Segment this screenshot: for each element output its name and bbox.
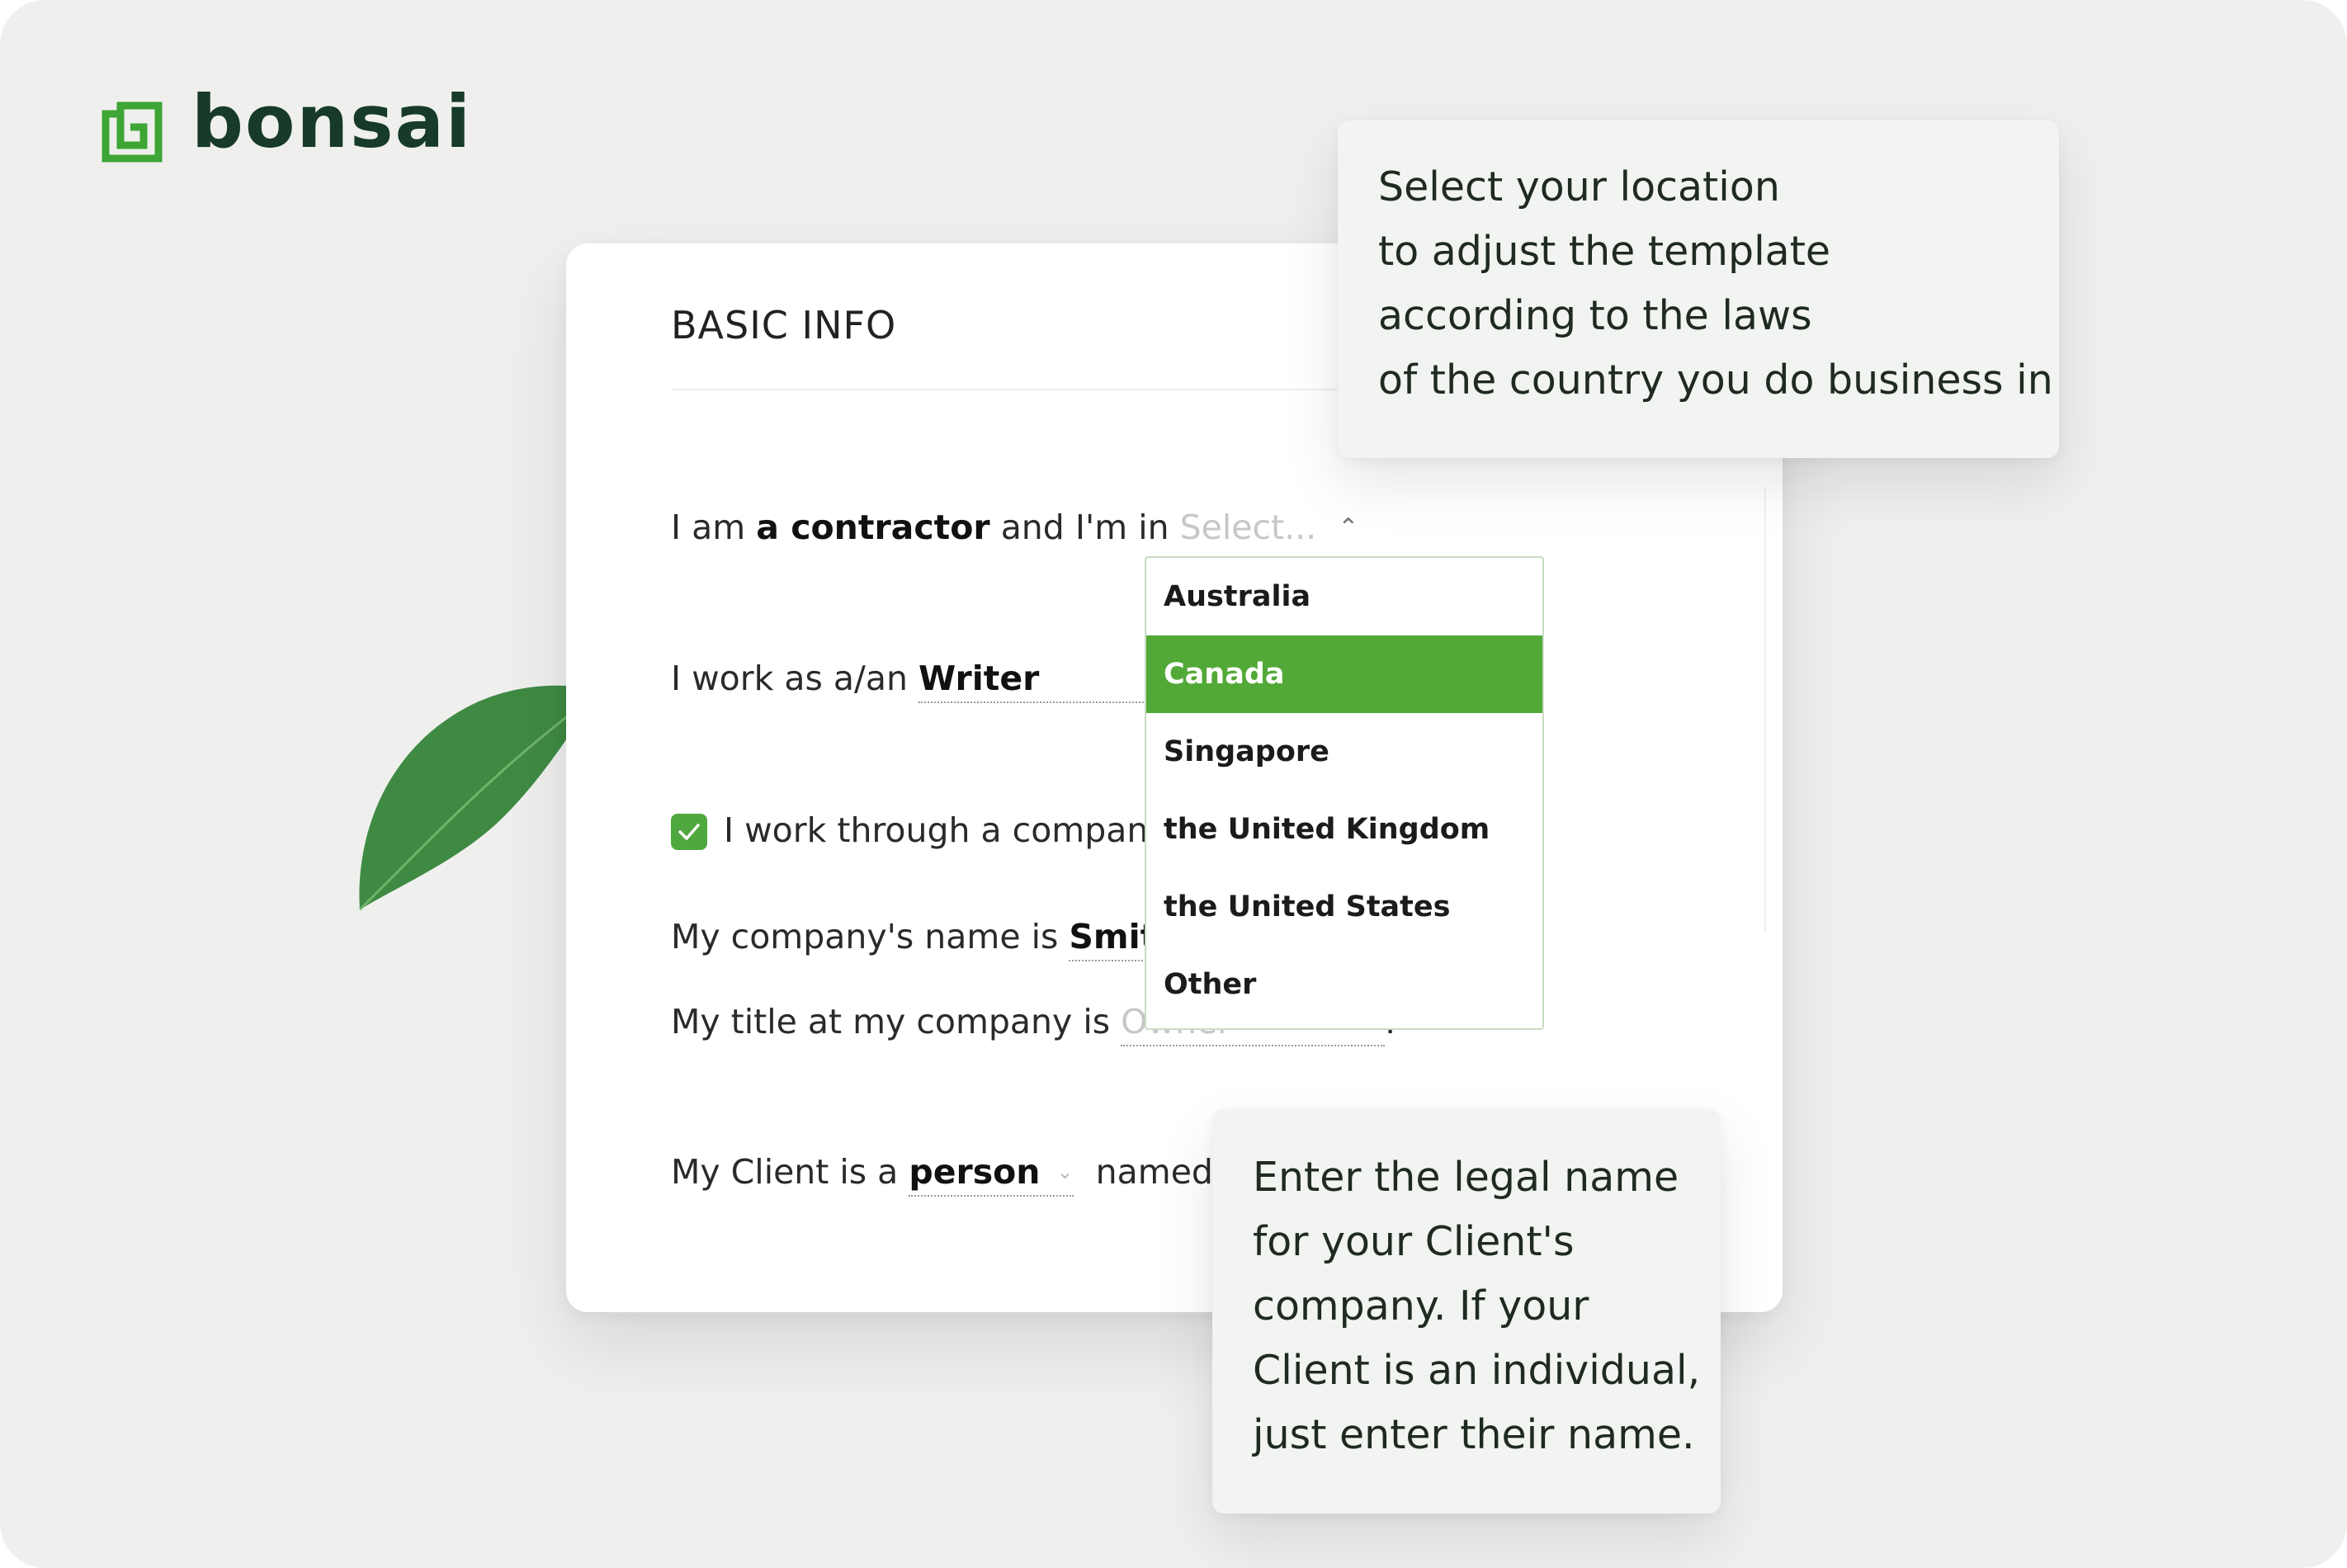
tooltip-line: to adjust the template <box>1378 228 1831 275</box>
dropdown-option-united-states[interactable]: the United States <box>1146 868 1542 946</box>
chevron-up-icon[interactable]: ⌃ <box>1338 513 1358 542</box>
canvas: bonsai BASIC INFO I am a contractor and … <box>0 0 2347 1568</box>
company-name-input[interactable]: Smit <box>1069 917 1157 961</box>
company-name-value: Smit <box>1069 917 1157 956</box>
tooltip-line: according to the laws <box>1378 292 1812 339</box>
tooltip-line: Select your location <box>1378 163 1780 210</box>
dropdown-option-other[interactable]: Other <box>1146 946 1542 1023</box>
client-row: My Client is a person ⌄ named <box>671 1152 1213 1197</box>
company-checkbox-label: I work through a compan <box>724 810 1149 850</box>
profession-label: I work as a/an <box>671 659 908 698</box>
logo-wordmark: bonsai <box>191 79 473 164</box>
client-type-value: person <box>909 1152 1041 1192</box>
contractor-location-row: I am a contractor and I'm in Select... ⌃ <box>671 508 1358 547</box>
row-prefix: I am <box>671 508 746 547</box>
client-label: My Client is a <box>671 1152 899 1192</box>
location-select[interactable]: Select... <box>1180 508 1317 547</box>
card-title: BASIC INFO <box>671 303 897 347</box>
company-name-row: My company's name is Smit <box>671 917 1157 961</box>
row-middle: and I'm in <box>1000 508 1169 547</box>
dropdown-option-singapore[interactable]: Singapore <box>1146 713 1542 791</box>
tooltip-line: for your Client's <box>1253 1218 1575 1265</box>
tooltip-line: company. If your <box>1253 1282 1589 1329</box>
bonsai-logo-icon <box>102 102 163 163</box>
client-type-select[interactable]: person ⌄ <box>909 1152 1074 1197</box>
chevron-down-icon: ⌄ <box>1056 1160 1074 1183</box>
company-checkbox-row: I work through a compan <box>671 810 1148 850</box>
dropdown-option-canada[interactable]: Canada <box>1146 635 1542 713</box>
role-value[interactable]: a contractor <box>756 508 989 547</box>
company-name-label: My company's name is <box>671 917 1059 956</box>
tooltip-line: just enter their name. <box>1253 1411 1695 1458</box>
profession-value: Writer <box>918 659 1040 698</box>
dropdown-option-australia[interactable]: Australia <box>1146 558 1542 635</box>
profession-row: I work as a/an Writer <box>671 659 1199 703</box>
client-name-tooltip: Enter the legal name for your Client's c… <box>1212 1109 1721 1514</box>
tooltip-line: of the country you do business in <box>1378 357 2053 404</box>
client-named-label: named <box>1095 1152 1213 1192</box>
location-tooltip: Select your location to adjust the templ… <box>1338 120 2059 458</box>
tooltip-line: Client is an individual, <box>1253 1347 1701 1394</box>
location-dropdown: Australia Canada Singapore the United Ki… <box>1145 556 1544 1030</box>
scroll-track <box>1764 487 1783 933</box>
tooltip-line: Enter the legal name <box>1253 1154 1679 1201</box>
company-title-label: My title at my company is <box>671 1002 1111 1041</box>
dropdown-option-united-kingdom[interactable]: the United Kingdom <box>1146 791 1542 868</box>
